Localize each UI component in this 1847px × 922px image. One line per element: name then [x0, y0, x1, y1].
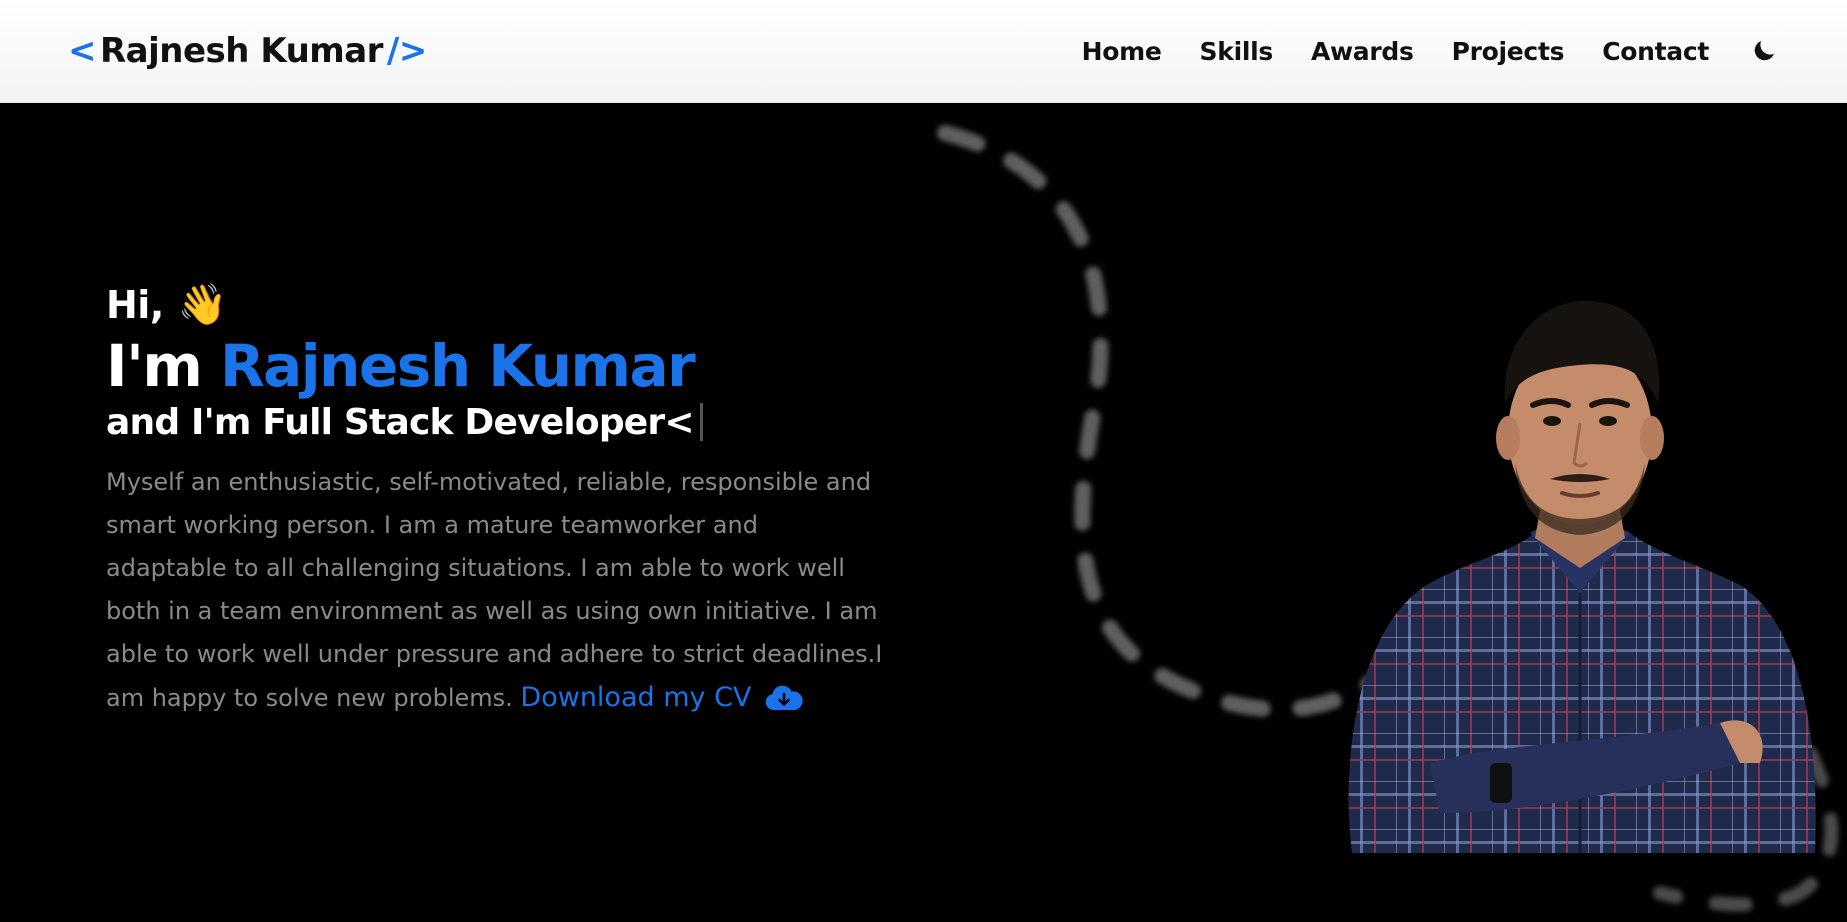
profile-portrait: [1348, 300, 1816, 853]
nav-contact[interactable]: Contact: [1602, 37, 1709, 66]
waving-hand-icon: 👋: [177, 282, 228, 328]
nav-projects[interactable]: Projects: [1452, 37, 1565, 66]
intro-block: Hi, 👋 I'm Rajnesh Kumar and I'm Full Sta…: [106, 283, 906, 720]
typing-cursor: [699, 403, 703, 442]
download-cv-label: Download my CV: [520, 681, 752, 713]
main-nav: Home Skills Awards Projects Contact: [1082, 36, 1779, 66]
download-cv-link[interactable]: Download my CV: [520, 676, 804, 719]
brand-logo[interactable]: < Rajnesh Kumar />: [68, 31, 427, 71]
greeting: Hi, 👋: [106, 283, 906, 327]
cloud-download-icon: [765, 682, 804, 712]
role-text: and I'm Full Stack Developer<: [106, 401, 695, 443]
moon-icon[interactable]: [1749, 36, 1779, 66]
brand-close-bracket: />: [386, 31, 427, 71]
brand-open-bracket: <: [68, 31, 97, 71]
greeting-text: Hi,: [106, 283, 164, 327]
description: Myself an enthusiastic, self-motivated, …: [106, 461, 886, 720]
role-line: and I'm Full Stack Developer<: [106, 402, 906, 443]
navbar: < Rajnesh Kumar /> Home Skills Awards Pr…: [0, 0, 1847, 103]
intro-name: Rajnesh Kumar: [219, 332, 696, 400]
nav-awards[interactable]: Awards: [1311, 37, 1414, 66]
nav-skills[interactable]: Skills: [1200, 37, 1274, 66]
nav-home[interactable]: Home: [1082, 37, 1162, 66]
hero-section: Hi, 👋 I'm Rajnesh Kumar and I'm Full Sta…: [0, 103, 1847, 922]
intro-prefix: I'm: [106, 332, 203, 400]
intro-heading: I'm Rajnesh Kumar: [106, 333, 906, 400]
brand-name: Rajnesh Kumar: [100, 31, 383, 71]
